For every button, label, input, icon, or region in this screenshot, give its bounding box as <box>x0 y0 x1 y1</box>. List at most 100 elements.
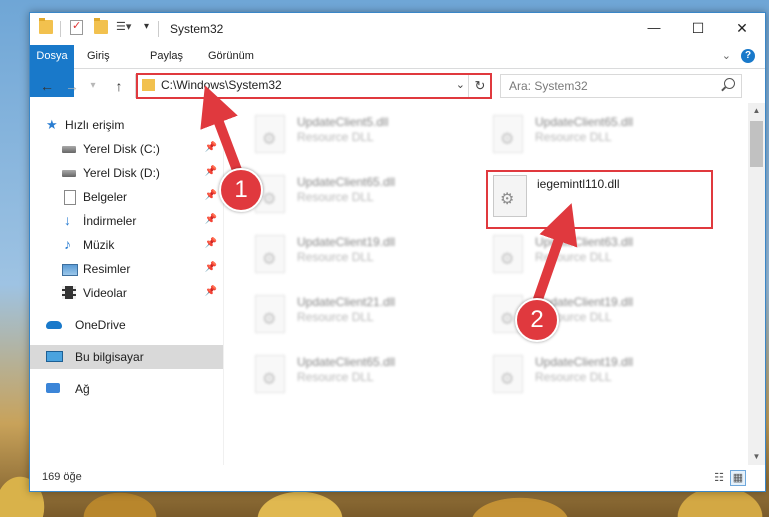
file-name: UpdateClient21.dll <box>297 295 396 309</box>
file-tile[interactable]: UpdateClient65.dll Resource DLL <box>493 115 713 167</box>
sidebar-item-videos[interactable]: Videolar 📌 <box>30 281 223 305</box>
file-tile[interactable]: UpdateClient19.dll Resource DLL <box>493 355 713 407</box>
dll-file-icon <box>493 235 523 273</box>
video-icon <box>62 286 76 299</box>
star-icon: ★ <box>46 117 58 132</box>
file-name: UpdateClient19.dll <box>535 355 634 369</box>
expand-ribbon-icon[interactable]: ⌄ <box>722 49 731 62</box>
file-tile[interactable]: UpdateClient65.dll Resource DLL <box>255 175 475 227</box>
sidebar-item-this-pc[interactable]: Bu bilgisayar <box>30 345 223 369</box>
sidebar-item-quick-access[interactable]: ★ Hızlı erişim <box>30 113 223 137</box>
sidebar-item-downloads[interactable]: ↓ İndirmeler 📌 <box>30 209 223 233</box>
pictures-icon <box>62 264 78 276</box>
file-tile[interactable]: UpdateClient63.dll Resource DLL <box>493 235 713 287</box>
help-button[interactable]: ? <box>741 49 755 63</box>
sidebar-item-local-disk-d[interactable]: Yerel Disk (D:) 📌 <box>30 161 223 185</box>
pin-icon[interactable]: 📌 <box>205 262 217 273</box>
large-icons-view-button[interactable]: ▦ <box>730 470 746 486</box>
properties-icon[interactable]: ✓ <box>70 20 83 35</box>
dll-file-icon <box>493 115 523 153</box>
pin-icon[interactable]: 📌 <box>205 166 217 177</box>
search-input[interactable] <box>501 75 721 97</box>
up-button[interactable]: ↑ <box>110 77 128 95</box>
navigation-pane: ★ Hızlı erişim Yerel Disk (C:) 📌 Yerel D… <box>30 109 223 464</box>
sidebar-item-label: Resimler <box>83 262 131 276</box>
toolbar-divider <box>158 21 159 37</box>
pin-icon[interactable]: 📌 <box>205 286 217 297</box>
callout-2-badge: 2 <box>515 298 559 342</box>
dropdown-arrow-icon[interactable]: ▾ <box>144 20 158 34</box>
customize-quick-access-icon[interactable]: ☰▾ <box>116 20 131 34</box>
dll-file-icon <box>255 355 285 393</box>
sidebar-item-label: Hızlı erişim <box>65 118 125 132</box>
back-button[interactable]: ← <box>38 77 56 95</box>
dll-file-icon <box>255 235 285 273</box>
file-name: UpdateClient5.dll <box>297 115 389 129</box>
file-name: UpdateClient65.dll <box>297 175 396 189</box>
documents-icon <box>64 190 76 205</box>
file-type: Resource DLL <box>535 250 612 264</box>
sidebar-item-pictures[interactable]: Resimler 📌 <box>30 257 223 281</box>
toolbar-divider <box>60 21 61 37</box>
recent-locations-button[interactable]: ▾ <box>84 77 102 95</box>
dll-file-icon <box>493 355 523 393</box>
status-bar: 169 öğe ☷ ▦ <box>30 465 765 491</box>
sidebar-item-onedrive[interactable]: OneDrive <box>30 313 223 337</box>
file-explorer-window: ✓ ☰▾ ▾ System32 — ☐ ✕ Dosya Giriş Paylaş… <box>29 12 766 492</box>
tab-view[interactable]: Görünüm <box>198 45 264 68</box>
minimize-button[interactable]: — <box>632 13 676 43</box>
close-button[interactable]: ✕ <box>720 13 764 43</box>
file-tile[interactable]: UpdateClient19.dll Resource DLL <box>255 235 475 287</box>
sidebar-item-network[interactable]: Ağ <box>30 377 223 401</box>
tab-share[interactable]: Paylaş <box>140 45 193 68</box>
search-icon[interactable] <box>724 78 735 89</box>
folder-icon <box>39 18 53 34</box>
sidebar-item-label: Yerel Disk (D:) <box>83 166 160 180</box>
pin-icon[interactable]: 📌 <box>205 214 217 225</box>
file-type: Resource DLL <box>297 370 374 384</box>
file-type: Resource DLL <box>297 310 374 324</box>
sidebar-item-label: Videolar <box>83 286 127 300</box>
pin-icon[interactable]: 📌 <box>205 190 217 201</box>
new-folder-icon[interactable] <box>94 18 108 34</box>
sidebar-item-documents[interactable]: Belgeler 📌 <box>30 185 223 209</box>
sidebar-item-label: Ağ <box>75 382 90 396</box>
file-name: UpdateClient63.dll <box>535 235 634 249</box>
scroll-down-button[interactable]: ▼ <box>748 449 765 465</box>
sidebar-item-label: OneDrive <box>75 318 126 332</box>
title-bar: ✓ ☰▾ ▾ System32 — ☐ ✕ <box>30 13 765 45</box>
file-type: Resource DLL <box>297 250 374 264</box>
file-tile[interactable]: UpdateClient5.dll Resource DLL <box>255 115 475 167</box>
ribbon-tabs: Dosya Giriş Paylaş Görünüm ⌄ ? <box>30 45 765 97</box>
search-box[interactable] <box>500 74 742 98</box>
download-icon: ↓ <box>64 212 71 228</box>
file-type: Resource DLL <box>297 130 374 144</box>
network-icon <box>46 383 60 393</box>
file-highlight-box <box>486 170 713 229</box>
scroll-thumb[interactable] <box>750 121 763 167</box>
file-tile[interactable]: UpdateClient65.dll Resource DLL <box>255 355 475 407</box>
details-view-button[interactable]: ☷ <box>711 470 727 486</box>
pin-icon[interactable]: 📌 <box>205 238 217 249</box>
file-name: UpdateClient65.dll <box>297 355 396 369</box>
vertical-scrollbar[interactable]: ▲ ▼ <box>748 103 765 465</box>
callout-1-badge: 1 <box>219 168 263 212</box>
window-title: System32 <box>170 22 224 36</box>
sidebar-item-label: Yerel Disk (C:) <box>83 142 160 156</box>
pin-icon[interactable]: 📌 <box>205 142 217 153</box>
dll-file-icon <box>255 115 285 153</box>
maximize-button[interactable]: ☐ <box>676 13 720 43</box>
sidebar-item-local-disk-c[interactable]: Yerel Disk (C:) 📌 <box>30 137 223 161</box>
sidebar-item-music[interactable]: ♪ Müzik 📌 <box>30 233 223 257</box>
address-highlight-box <box>136 73 492 99</box>
file-type: Resource DLL <box>297 190 374 204</box>
tab-home[interactable]: Giriş <box>77 45 120 68</box>
file-type: Resource DLL <box>535 130 612 144</box>
scroll-up-button[interactable]: ▲ <box>748 103 765 119</box>
forward-button[interactable]: → <box>63 77 81 95</box>
computer-icon <box>46 351 63 362</box>
file-tile[interactable]: UpdateClient21.dll Resource DLL <box>255 295 475 347</box>
file-type: Resource DLL <box>535 370 612 384</box>
pane-divider <box>223 109 224 465</box>
music-icon: ♪ <box>64 236 71 252</box>
